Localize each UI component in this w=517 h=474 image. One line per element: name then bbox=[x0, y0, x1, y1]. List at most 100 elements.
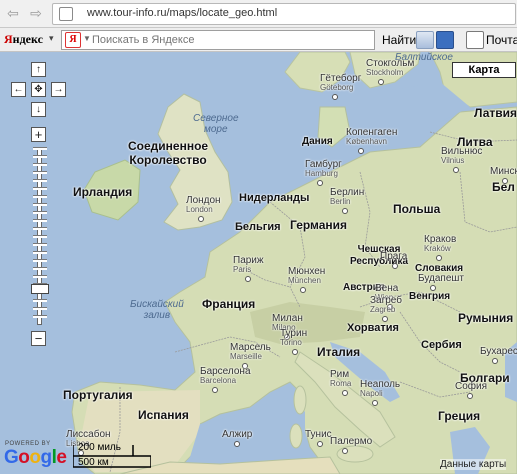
map-type-button[interactable]: Карта bbox=[452, 62, 516, 78]
country-label: Дания bbox=[302, 136, 333, 147]
browser-address-bar: ⇦ ⇨ www.tour-info.ru/maps/locate_geo.htm… bbox=[0, 0, 517, 28]
city-label: Рим Roma bbox=[330, 369, 351, 389]
city-name: Минск bbox=[490, 166, 517, 177]
zoom-slider[interactable] bbox=[33, 147, 47, 325]
yandex-logo[interactable]: Яндекс bbox=[4, 32, 43, 47]
city-name-latin: Hamburg bbox=[305, 169, 338, 178]
city-name: Вильнюс bbox=[441, 146, 483, 157]
url-input[interactable]: www.tour-info.ru/maps/locate_geo.html bbox=[52, 3, 516, 25]
zoom-tick bbox=[33, 195, 47, 198]
zoom-tick bbox=[33, 235, 47, 238]
find-button[interactable]: Найти bbox=[382, 33, 416, 47]
scale-bar: 200 миль 500 км bbox=[72, 442, 152, 470]
city-name: Стокгольм bbox=[366, 58, 415, 69]
zoom-tick bbox=[33, 307, 47, 310]
city-marker-icon bbox=[332, 94, 338, 100]
page-icon bbox=[59, 7, 73, 21]
pan-center-button[interactable]: ✥ bbox=[31, 82, 46, 97]
city-name: Тунис bbox=[305, 429, 332, 440]
city-name: Загреб bbox=[370, 295, 402, 306]
zoom-tick bbox=[33, 179, 47, 182]
mail-link[interactable]: Почта bbox=[486, 33, 517, 47]
yandex-logo-rest: ндекс bbox=[12, 32, 43, 46]
city-marker-icon bbox=[430, 285, 436, 291]
city-marker-icon bbox=[234, 441, 240, 447]
city-marker-icon bbox=[317, 441, 323, 447]
search-dropdown-chevron-icon[interactable]: ▼ bbox=[83, 34, 91, 43]
zoom-tick bbox=[33, 227, 47, 230]
city-name: Рим bbox=[330, 369, 350, 380]
url-text[interactable]: www.tour-info.ru/maps/locate_geo.html bbox=[87, 7, 277, 19]
city-label: Париж Paris bbox=[233, 255, 264, 275]
city-name-latin: Göteborg bbox=[320, 83, 354, 92]
city-marker-icon bbox=[492, 358, 498, 364]
city-name-latin: Zagreb bbox=[370, 305, 396, 314]
city-label: Загреб Zagreb bbox=[370, 295, 402, 315]
pan-right-button[interactable]: → bbox=[51, 82, 66, 97]
city-name: Париж bbox=[233, 255, 264, 266]
city-name: Марсель bbox=[230, 342, 271, 353]
zoom-tick bbox=[33, 187, 47, 190]
pan-up-button[interactable]: ↑ bbox=[31, 62, 46, 77]
google-logo[interactable]: Google bbox=[4, 447, 67, 469]
city-name: Берлин bbox=[330, 187, 365, 198]
country-label: Сербия bbox=[421, 339, 462, 351]
scale-km: 500 км bbox=[78, 457, 109, 468]
zoom-slider-handle[interactable] bbox=[31, 284, 49, 295]
google-logo-letter: o bbox=[29, 447, 41, 468]
zoom-tick bbox=[33, 315, 47, 318]
google-logo-letter: g bbox=[40, 447, 53, 468]
city-name: Турин bbox=[280, 328, 308, 339]
city-name-latin: Torino bbox=[280, 338, 302, 347]
city-marker-icon bbox=[372, 400, 378, 406]
city-name-latin: Berlin bbox=[330, 197, 351, 206]
pan-down-button[interactable]: ↓ bbox=[31, 102, 46, 117]
city-label: Тунис bbox=[305, 429, 332, 440]
city-label: Марсель Marseille bbox=[230, 342, 271, 362]
back-button[interactable]: ⇦ bbox=[4, 4, 22, 22]
zoom-tick bbox=[33, 259, 47, 262]
zoom-tick bbox=[33, 243, 47, 246]
city-name-latin: London bbox=[186, 205, 213, 214]
city-marker-icon bbox=[382, 316, 388, 322]
country-label: Франция bbox=[202, 297, 256, 311]
city-marker-icon bbox=[502, 178, 508, 184]
forward-button[interactable]: ⇨ bbox=[27, 4, 45, 22]
pan-left-button[interactable]: ← bbox=[11, 82, 26, 97]
city-name-latin: Marseille bbox=[230, 352, 263, 361]
country-label: Испания bbox=[138, 408, 189, 422]
zoom-tick bbox=[33, 219, 47, 222]
yandex-search-box[interactable]: Я ▼ bbox=[61, 30, 375, 50]
city-label: Турин Torino bbox=[280, 328, 308, 348]
country-label: Греция bbox=[438, 409, 481, 423]
zoom-out-button[interactable]: − bbox=[31, 331, 46, 346]
yandex-menu-chevron-icon[interactable]: ▾ bbox=[49, 33, 54, 44]
city-label: Гамбург Hamburg bbox=[305, 160, 342, 179]
map-data-link[interactable]: Данные карты bbox=[440, 459, 507, 470]
google-logo-letter: o bbox=[18, 447, 30, 468]
city-marker-icon bbox=[378, 79, 384, 85]
city-name: Алжир bbox=[222, 429, 253, 440]
city-name: Копенгаген bbox=[346, 127, 398, 138]
country-label: Венгрия bbox=[409, 291, 451, 302]
map-canvas[interactable]: Соединенное Королевство Ирландия Нидерлан… bbox=[0, 52, 517, 474]
country-label: Румыния bbox=[458, 311, 514, 325]
city-marker-icon bbox=[300, 287, 306, 293]
city-marker-icon bbox=[342, 208, 348, 214]
zoom-tick bbox=[33, 267, 47, 270]
yandex-logo-first: Я bbox=[4, 32, 13, 46]
city-label: Прага bbox=[380, 252, 407, 262]
zoom-in-button[interactable]: + bbox=[31, 127, 46, 142]
yandex-search-input[interactable] bbox=[92, 32, 362, 47]
city-name-latin: Barcelona bbox=[200, 376, 237, 385]
zoom-tick bbox=[33, 251, 47, 254]
city-label: Бухарест bbox=[480, 347, 517, 357]
mail-icon[interactable] bbox=[466, 31, 484, 49]
city-label: Алжир bbox=[222, 429, 253, 440]
city-marker-icon bbox=[342, 390, 348, 396]
city-label: Вильнюс Vilnius bbox=[441, 146, 483, 166]
city-name: Лондон bbox=[186, 195, 221, 206]
country-label: Латвия bbox=[474, 106, 517, 120]
zoom-tick bbox=[33, 203, 47, 206]
translate-icon[interactable] bbox=[436, 31, 454, 49]
